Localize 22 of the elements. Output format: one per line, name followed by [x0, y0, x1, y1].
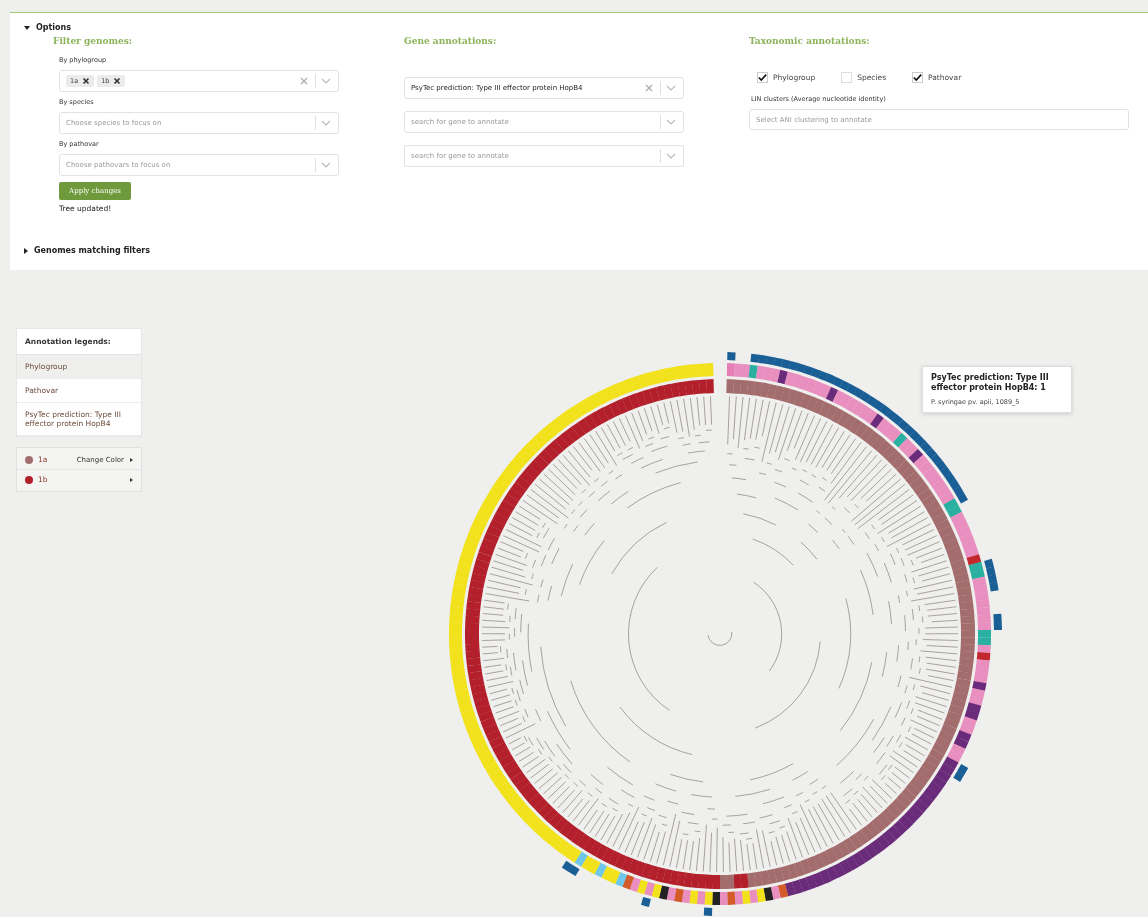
section-heading: Filter genomes: — [53, 36, 134, 46]
chevron-down-icon[interactable] — [665, 117, 677, 127]
caret-icon[interactable] — [130, 457, 133, 462]
remove-icon[interactable] — [82, 77, 91, 85]
expanded-triangle-icon[interactable] — [24, 25, 30, 30]
chevron-down-icon[interactable] — [320, 160, 332, 170]
chevron-down-icon[interactable] — [320, 76, 332, 86]
caret-icon[interactable] — [130, 477, 133, 482]
section-toggle[interactable]: Options — [36, 23, 72, 32]
checkbox[interactable] — [757, 72, 768, 83]
checkbox[interactable] — [912, 72, 924, 83]
clear-icon[interactable] — [299, 76, 309, 86]
tooltip-title: PsyTec prediction: Type III effector protein HopB4: 1 — [931, 373, 1050, 393]
chevron-down-icon[interactable] — [665, 83, 677, 93]
section-heading: Taxonomic annotations: — [749, 36, 871, 46]
clear-icon[interactable] — [644, 83, 654, 93]
chevron-down-icon[interactable] — [665, 151, 677, 161]
collapsed-triangle-icon[interactable] — [24, 247, 28, 254]
remove-icon[interactable] — [113, 77, 122, 85]
section-heading: Gene annotations: — [404, 36, 498, 46]
section-toggle[interactable]: Genomes matching filters — [34, 246, 151, 255]
chevron-down-icon[interactable] — [320, 118, 332, 128]
